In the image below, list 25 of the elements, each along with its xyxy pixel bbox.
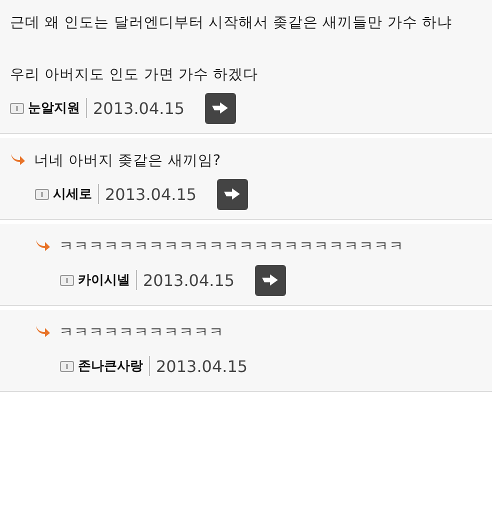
author-name[interactable]: 존나큰사랑 bbox=[78, 357, 143, 375]
reply-arrow-icon bbox=[35, 324, 51, 338]
comment-date: 2013.04.15 bbox=[143, 270, 235, 290]
memo-icon bbox=[10, 102, 24, 114]
comment-text: ㅋㅋㅋㅋㅋㅋㅋㅋㅋㅋㅋㅋㅋㅋㅋㅋㅋㅋㅋㅋㅋㅋㅋ bbox=[59, 238, 404, 257]
comment-date: 2013.04.15 bbox=[93, 98, 185, 118]
reply-button[interactable] bbox=[254, 264, 286, 296]
comment-text: ㅋㅋㅋㅋㅋㅋㅋㅋㅋㅋㅋ bbox=[59, 324, 224, 343]
reply-button[interactable] bbox=[216, 178, 248, 210]
arrow-icon bbox=[211, 101, 230, 115]
author-name[interactable]: 눈알지원 bbox=[28, 99, 80, 117]
author-name[interactable]: 시세로 bbox=[53, 185, 92, 203]
reply-arrow-icon bbox=[35, 238, 51, 252]
memo-icon bbox=[60, 360, 74, 372]
comment-text: 너네 아버지 좆같은 새끼임? bbox=[34, 152, 221, 171]
memo-icon bbox=[35, 188, 49, 200]
memo-icon bbox=[60, 274, 74, 286]
arrow-icon bbox=[261, 273, 280, 287]
comment-text: 근데 왜 인도는 달러엔디부터 시작해서 좆같은 새끼들만 가수 하냐 우리 아버지도 인도 가면 가수 하겠다 bbox=[10, 14, 452, 85]
reply-arrow-icon bbox=[10, 152, 26, 166]
author-name[interactable]: 카이시넬 bbox=[78, 271, 130, 289]
comment-date: 2013.04.15 bbox=[156, 356, 248, 376]
arrow-icon bbox=[223, 187, 242, 201]
comment-date: 2013.04.15 bbox=[105, 184, 197, 204]
reply-button[interactable] bbox=[204, 92, 236, 124]
